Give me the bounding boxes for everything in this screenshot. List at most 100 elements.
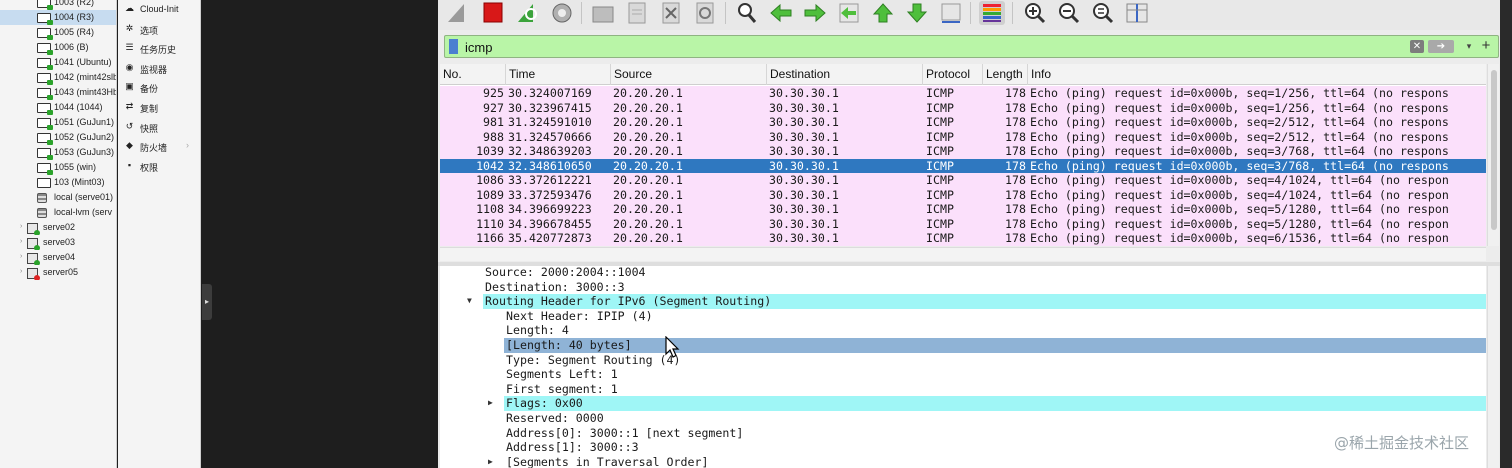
apply-filter-icon[interactable]: ➔ (1428, 40, 1454, 53)
reload-icon[interactable] (692, 1, 718, 25)
detail-line[interactable]: ▶ Flags: 0x00 (440, 396, 1486, 411)
expand-chevron-icon[interactable]: › (20, 268, 22, 275)
detail-line[interactable]: Address[1]: 3000::3 (440, 440, 1486, 455)
shark-fin-icon[interactable] (444, 1, 470, 25)
menu-item[interactable]: ▣ 备份 (118, 78, 201, 96)
add-filter-button[interactable]: + (1478, 37, 1494, 55)
tree-item[interactable]: 1005 (R4) (0, 25, 116, 40)
right-edge-strip (1500, 0, 1512, 468)
packet-row[interactable]: 925 30.324007169 20.20.20.1 30.30.30.1 ICMP 1… (440, 86, 1486, 101)
tree-node-serve04[interactable]: › serve04 (0, 250, 116, 265)
zoom-in-icon[interactable] (1022, 1, 1048, 25)
tree-item[interactable]: 1055 (win) (0, 160, 116, 175)
menu-item[interactable]: ☰ 任务历史 (118, 39, 201, 57)
tree-item[interactable]: local (serve01) (0, 190, 116, 205)
detail-line[interactable]: [Length: 40 bytes] (440, 338, 1486, 353)
capture-options-icon[interactable] (549, 1, 575, 25)
packet-row[interactable]: 1042 32.348610650 20.20.20.1 30.30.30.1 ICMP… (440, 158, 1486, 173)
detail-line[interactable]: Next Header: IPIP (4) (440, 309, 1486, 324)
menu-item[interactable]: ◆ 防火墙 › (118, 137, 201, 155)
open-file-icon[interactable] (590, 1, 616, 25)
detail-line[interactable]: Reserved: 0000 (440, 411, 1486, 426)
tree-item[interactable]: 1052 (GuJun2) (0, 130, 116, 145)
go-back-icon[interactable] (768, 1, 794, 25)
packet-cell-info: Echo (ping) request id=0x000b, seq=2/512… (1030, 129, 1449, 144)
detail-line[interactable]: Source: 2000:2004::1004 (440, 266, 1486, 280)
column-header-length[interactable]: Length (983, 64, 1028, 85)
menu-item[interactable]: ⇄ 复制 (118, 98, 201, 116)
autoscroll-icon[interactable] (938, 1, 964, 25)
packet-row[interactable]: 1086 33.372612221 20.20.20.1 30.30.30.1 ICMP… (440, 173, 1486, 188)
find-packet-icon[interactable] (734, 1, 760, 25)
expand-chevron-icon[interactable]: › (20, 238, 22, 245)
tree-item[interactable]: 1044 (1044) (0, 100, 116, 115)
menu-item[interactable]: ◉ 监视器 (118, 59, 201, 77)
restart-capture-icon[interactable] (514, 1, 540, 25)
tree-node-serve03[interactable]: › serve03 (0, 235, 116, 250)
stop-capture-icon[interactable] (480, 1, 506, 25)
packet-row[interactable]: 1166 35.420772873 20.20.20.1 30.30.30.1 ICMP… (440, 231, 1486, 246)
display-filter-input[interactable] (465, 38, 1395, 56)
packet-row[interactable]: 1110 34.396678455 20.20.20.1 30.30.30.1 ICMP… (440, 216, 1486, 231)
packet-row[interactable]: 1039 32.348639203 20.20.20.1 30.30.30.1 ICMP… (440, 144, 1486, 159)
packet-details-scrollbar[interactable] (1487, 266, 1499, 468)
close-file-icon[interactable] (658, 1, 684, 25)
collapse-handle[interactable]: ▸ (202, 284, 212, 320)
resize-columns-icon[interactable] (1124, 1, 1150, 25)
detail-line[interactable]: Destination: 3000::3 (440, 280, 1486, 295)
tree-node-serve02[interactable]: › serve02 (0, 220, 116, 235)
column-header-destination[interactable]: Destination (767, 64, 923, 85)
tree-item[interactable]: 1003 (R2) (0, 0, 116, 10)
detail-line[interactable]: ▶ [Segments in Traversal Order] (440, 455, 1486, 468)
zoom-out-icon[interactable] (1056, 1, 1082, 25)
detail-line[interactable]: Type: Segment Routing (4) (440, 353, 1486, 368)
expand-chevron-icon[interactable]: › (20, 253, 22, 260)
column-header-time[interactable]: Time (506, 64, 611, 85)
first-packet-icon[interactable] (870, 1, 896, 25)
detail-line[interactable]: Address[0]: 3000::1 [next segment] (440, 426, 1486, 441)
column-header-info[interactable]: Info (1028, 64, 1486, 85)
packet-list-scrollbar[interactable] (1487, 64, 1499, 246)
clear-filter-icon[interactable]: ✕ (1410, 40, 1424, 53)
detail-line[interactable]: First segment: 1 (440, 382, 1486, 397)
menu-item[interactable]: ✲ 选项 (118, 20, 201, 38)
go-forward-icon[interactable] (802, 1, 828, 25)
tree-item[interactable]: 1041 (Ubuntu) (0, 55, 116, 70)
menu-item[interactable]: ↺ 快照 (118, 118, 201, 136)
tree-item[interactable]: local-lvm (serv (0, 205, 116, 220)
tree-collapsed-icon[interactable]: ▶ (488, 396, 493, 411)
normal-size-icon[interactable] (1090, 1, 1116, 25)
go-to-packet-icon[interactable] (836, 1, 862, 25)
tree-item[interactable]: 1004 (R3) (0, 10, 116, 25)
tree-node-server05[interactable]: › server05 (0, 265, 116, 280)
expand-chevron-icon[interactable]: › (20, 223, 22, 230)
save-file-icon[interactable] (624, 1, 650, 25)
packet-row[interactable]: 1089 33.372593476 20.20.20.1 30.30.30.1 ICMP… (440, 187, 1486, 202)
tree-collapsed-icon[interactable]: ▶ (488, 455, 493, 468)
detail-line[interactable]: Segments Left: 1 (440, 367, 1486, 382)
packet-row[interactable]: 1108 34.396699223 20.20.20.1 30.30.30.1 ICMP… (440, 202, 1486, 217)
tree-item[interactable]: 1043 (mint43Hb (0, 85, 116, 100)
detail-line[interactable]: ▼ Routing Header for IPv6 (Segment Routin… (440, 294, 1486, 309)
tree-item[interactable]: 1051 (GuJun1) (0, 115, 116, 130)
tree-item[interactable]: 1006 (B) (0, 40, 116, 55)
filter-bookmark-icon[interactable] (449, 39, 458, 54)
tree-expanded-icon[interactable]: ▼ (467, 294, 472, 309)
menu-item[interactable]: ▪ 权限 (118, 157, 201, 175)
packet-row[interactable]: 927 30.323967415 20.20.20.1 30.30.30.1 ICMP 1… (440, 100, 1486, 115)
column-header-protocol[interactable]: Protocol (923, 64, 983, 85)
last-packet-icon[interactable] (904, 1, 930, 25)
menu-item[interactable]: ☁ Cloud-Init (118, 0, 201, 18)
filter-history-dropdown-icon[interactable]: ▾ (1461, 38, 1477, 55)
packet-row[interactable]: 981 31.324591010 20.20.20.1 30.30.30.1 ICMP 1… (440, 115, 1486, 130)
detail-line[interactable]: Length: 4 (440, 323, 1486, 338)
tree-item[interactable]: 1042 (mint42slb (0, 70, 116, 85)
column-header-no[interactable]: No. (440, 64, 506, 85)
column-header-source[interactable]: Source (611, 64, 767, 85)
packet-list-hscrollbar[interactable] (440, 247, 1486, 261)
tree-item[interactable]: 1053 (GuJun3) (0, 145, 116, 160)
tree-item[interactable]: 103 (Mint03) (0, 175, 116, 190)
packet-row[interactable]: 988 31.324570666 20.20.20.1 30.30.30.1 ICMP 1… (440, 129, 1486, 144)
colorize-icon[interactable] (979, 1, 1005, 25)
packet-cell-time: 33.372593476 (508, 187, 592, 202)
